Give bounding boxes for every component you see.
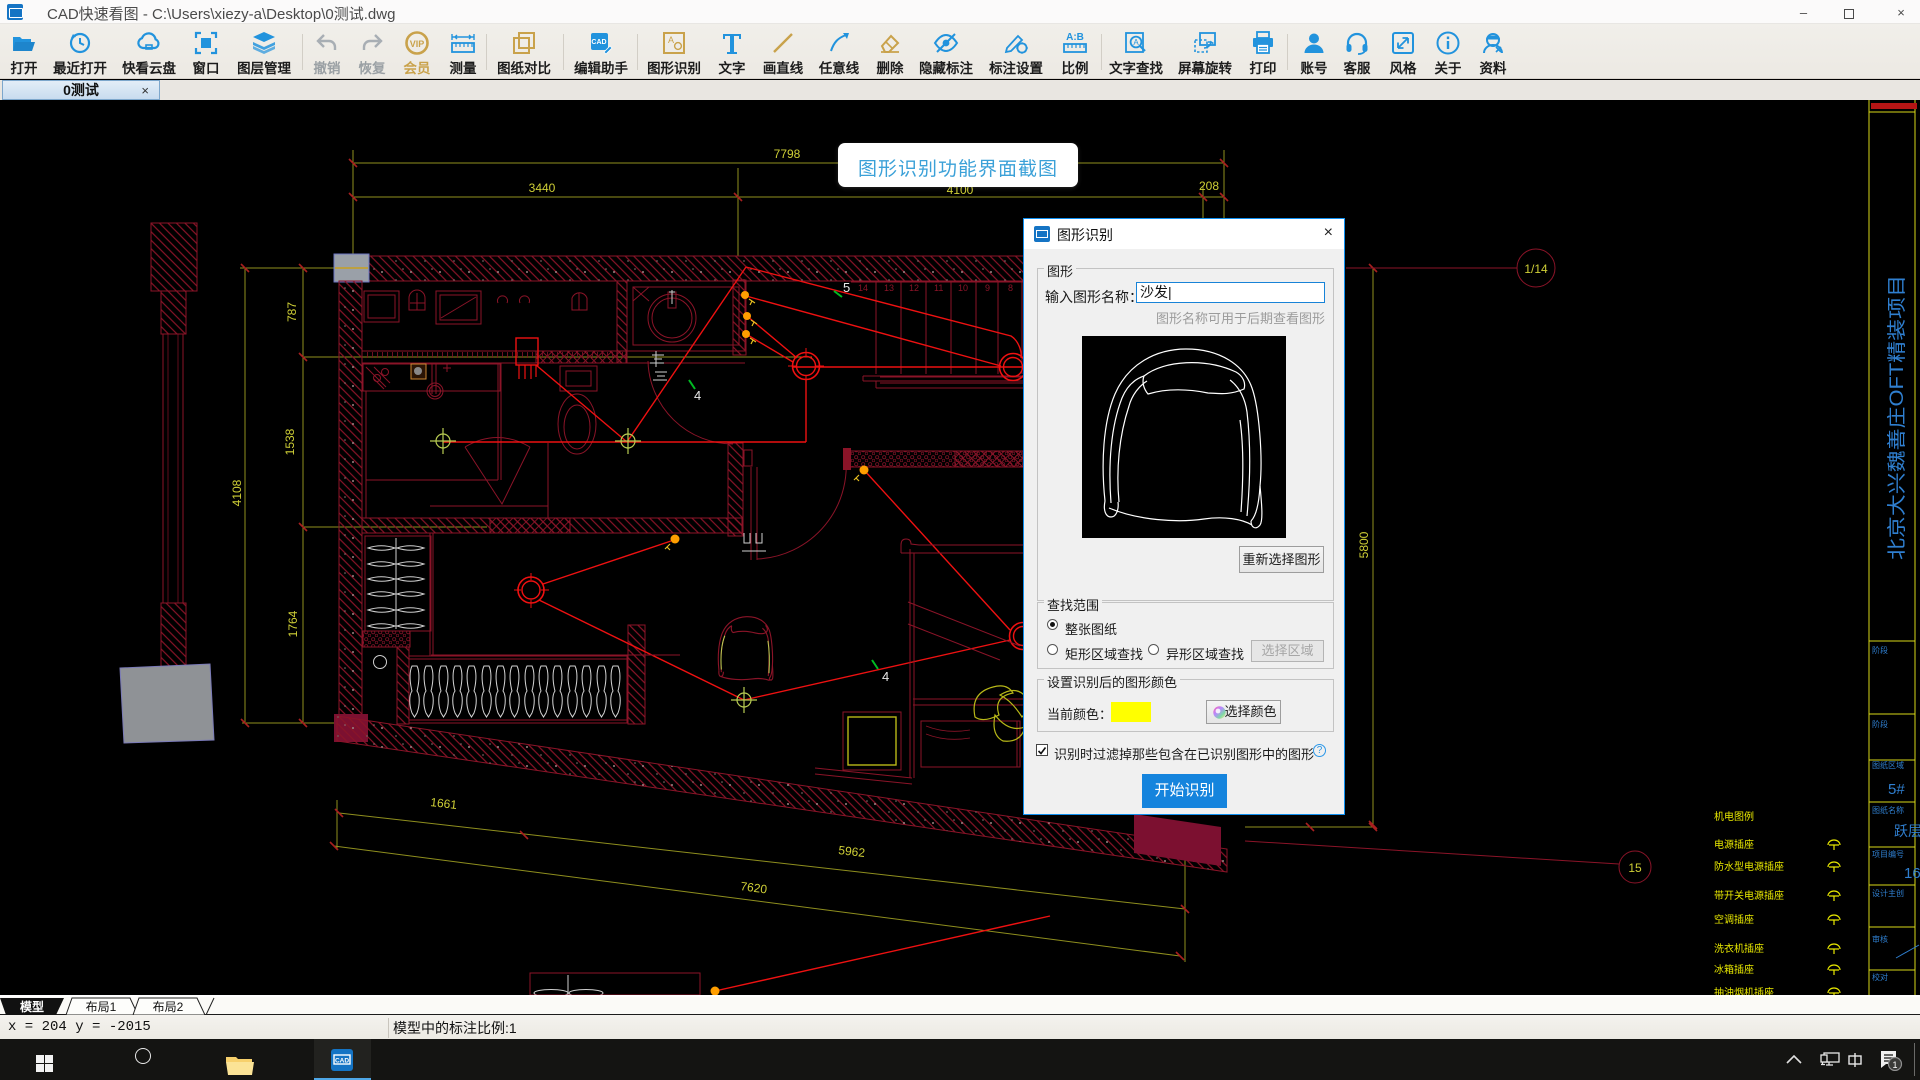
svg-text:5962: 5962: [838, 843, 866, 860]
svg-text:3440: 3440: [529, 181, 556, 195]
svg-text:A: A: [1133, 38, 1139, 47]
svg-text:抽油烟机插座: 抽油烟机插座: [1714, 986, 1774, 995]
svg-text:8: 8: [1008, 283, 1013, 293]
svg-text:CAD: CAD: [591, 39, 606, 46]
svg-text:阶段: 阶段: [1872, 719, 1888, 729]
svg-text:4108: 4108: [230, 479, 244, 506]
svg-text:11: 11: [934, 283, 943, 293]
svg-text:CAD: CAD: [335, 1057, 349, 1064]
svg-text:5800: 5800: [1357, 531, 1371, 558]
svg-text:跃层: 跃层: [1894, 823, 1920, 839]
svg-text:带开关电源插座: 带开关电源插座: [1714, 889, 1784, 902]
svg-text:5: 5: [843, 280, 850, 295]
svg-text:15: 15: [1628, 861, 1642, 875]
svg-text:项目编号: 项目编号: [1872, 849, 1904, 859]
svg-text:10: 10: [958, 283, 968, 293]
svg-text:A:B: A:B: [1066, 32, 1084, 43]
svg-text:北京大兴魏善庄OFT精装项目: 北京大兴魏善庄OFT精装项目: [1886, 275, 1908, 560]
svg-text:机电图例: 机电图例: [1714, 810, 1754, 823]
svg-text:12: 12: [909, 283, 919, 293]
svg-text:模型: 模型: [20, 999, 44, 1014]
svg-text:9: 9: [985, 283, 990, 293]
svg-text:5#: 5#: [1888, 781, 1905, 798]
svg-text:1: 1: [1892, 1060, 1897, 1070]
svg-text:1/14: 1/14: [1524, 262, 1548, 276]
svg-text:4: 4: [882, 669, 889, 684]
svg-text:1538: 1538: [283, 428, 297, 455]
svg-text:阶段: 阶段: [1872, 645, 1888, 655]
svg-text:图纸区域: 图纸区域: [1872, 760, 1904, 770]
svg-text:14: 14: [858, 283, 868, 293]
svg-text:布局1: 布局1: [86, 1000, 117, 1014]
svg-text:4: 4: [694, 388, 701, 403]
svg-text:审核: 审核: [1872, 934, 1888, 944]
svg-text:7620: 7620: [740, 879, 769, 896]
svg-text:冰箱插座: 冰箱插座: [1714, 963, 1754, 976]
svg-text:16: 16: [1904, 865, 1920, 882]
svg-text:电源插座: 电源插座: [1714, 838, 1754, 851]
svg-text:洗衣机插座: 洗衣机插座: [1714, 942, 1764, 955]
svg-text:防水型电源插座: 防水型电源插座: [1714, 860, 1784, 873]
svg-text:布局2: 布局2: [153, 1000, 184, 1014]
svg-text:1764: 1764: [286, 610, 300, 637]
svg-text:校对: 校对: [1872, 972, 1888, 982]
svg-text:A: A: [668, 35, 674, 45]
svg-text:设计主创: 设计主创: [1872, 888, 1904, 898]
svg-text:7798: 7798: [774, 147, 801, 161]
svg-text:208: 208: [1199, 179, 1219, 193]
svg-text:图纸名称: 图纸名称: [1872, 805, 1904, 815]
svg-text:787: 787: [285, 302, 299, 322]
svg-text:空调插座: 空调插座: [1714, 913, 1754, 926]
svg-text:13: 13: [884, 283, 894, 293]
svg-text:1661: 1661: [430, 795, 458, 812]
